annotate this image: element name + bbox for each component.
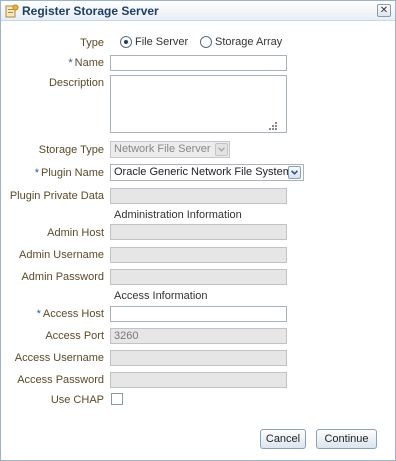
storage-server-icon [5, 4, 19, 18]
description-textarea[interactable] [110, 75, 287, 133]
administration-information-header: Administration Information [114, 209, 242, 221]
admin-username-label: Admin Username [19, 249, 104, 261]
access-information-header: Access Information [114, 290, 208, 302]
storage-type-label: Storage Type [38, 144, 104, 156]
storage-type-select: Network File Server [110, 141, 230, 158]
admin-host-input [110, 224, 287, 240]
access-port-input: 3260 [110, 328, 287, 344]
storage-array-radio-label[interactable]: Storage Array [215, 36, 282, 48]
name-label: * Name [68, 57, 104, 69]
chevron-down-icon[interactable] [288, 166, 301, 179]
type-label: Type [80, 37, 104, 49]
continue-button[interactable]: Continue [316, 429, 377, 449]
plugin-private-data-input [110, 188, 287, 204]
cancel-button[interactable]: Cancel [260, 429, 306, 449]
register-storage-server-dialog: Register Storage Server ✕ Type File Serv… [0, 0, 396, 461]
storage-type-value: Network File Server [114, 143, 211, 155]
storage-array-radio[interactable] [200, 36, 212, 48]
access-port-label: Access Port [45, 330, 104, 342]
plugin-name-label-text: Plugin Name [41, 167, 104, 179]
required-mark: * [34, 167, 40, 179]
access-username-input [110, 350, 287, 366]
name-label-text: Name [74, 57, 104, 69]
plugin-name-label: * Plugin Name [35, 167, 104, 179]
plugin-private-data-label: Plugin Private Data [9, 190, 104, 202]
access-host-label-text: Access Host [42, 308, 104, 320]
resize-grip-icon[interactable] [269, 121, 278, 130]
admin-host-label: Admin Host [47, 227, 104, 239]
admin-password-input [110, 269, 287, 285]
chevron-down-icon [215, 143, 228, 156]
close-icon[interactable]: ✕ [377, 4, 391, 17]
use-chap-label: Use CHAP [50, 394, 104, 406]
dialog-titlebar: Register Storage Server ✕ [1, 1, 395, 21]
dialog-title: Register Storage Server [22, 4, 159, 18]
access-host-input[interactable] [110, 306, 287, 322]
use-chap-checkbox[interactable] [111, 393, 123, 405]
file-server-radio[interactable] [120, 36, 132, 48]
description-label: Description [48, 77, 104, 89]
admin-username-input [110, 247, 287, 263]
access-username-label: Access Username [14, 352, 104, 364]
required-mark: * [36, 308, 41, 320]
radio-selected-dot [124, 40, 128, 44]
file-server-radio-label[interactable]: File Server [135, 36, 188, 48]
access-password-input [110, 372, 287, 388]
plugin-name-select[interactable]: Oracle Generic Network File System [110, 164, 304, 181]
access-password-label: Access Password [17, 374, 104, 386]
plugin-name-value: Oracle Generic Network File System [114, 166, 292, 178]
admin-password-label: Admin Password [21, 271, 104, 283]
access-host-label: * Access Host [37, 308, 104, 320]
required-mark: * [68, 57, 73, 69]
name-input[interactable] [110, 55, 287, 71]
